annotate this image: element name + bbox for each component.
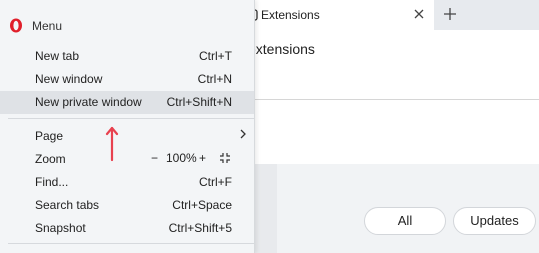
menu-item-label: Page bbox=[35, 129, 64, 143]
divider bbox=[255, 99, 539, 100]
menu-item-zoom: Zoom − 100% + bbox=[0, 148, 254, 171]
zoom-in-button[interactable]: + bbox=[199, 151, 209, 165]
menu-item-label: Find... bbox=[35, 175, 69, 189]
menu-item-new-private-window[interactable]: New private window Ctrl+Shift+N bbox=[0, 91, 254, 114]
menu-item-shortcut: Ctrl+Shift+N bbox=[166, 95, 232, 109]
menu-item-label: New private window bbox=[35, 95, 142, 109]
menu-item-shortcut: Ctrl+T bbox=[199, 49, 232, 63]
menu-item-find[interactable]: Find... Ctrl+F bbox=[0, 171, 254, 194]
tab-extensions[interactable]: Extensions bbox=[230, 0, 434, 30]
filter-all-button[interactable]: All bbox=[364, 207, 446, 235]
new-tab-button[interactable] bbox=[440, 3, 460, 25]
menu-item-page[interactable]: Page bbox=[0, 125, 254, 148]
opera-logo-icon bbox=[9, 18, 23, 33]
menu-item-search-tabs[interactable]: Search tabs Ctrl+Space bbox=[0, 194, 254, 217]
menu-item-new-window[interactable]: New window Ctrl+N bbox=[0, 68, 254, 91]
menu-item-shortcut: Ctrl+Shift+5 bbox=[168, 221, 232, 235]
main-menu: Menu New tab Ctrl+T New window Ctrl+N Ne… bbox=[0, 0, 255, 253]
menu-header[interactable]: Menu bbox=[0, 0, 255, 40]
menu-separator bbox=[8, 243, 254, 244]
menu-item-snapshot[interactable]: Snapshot Ctrl+Shift+5 bbox=[0, 217, 254, 240]
annotation-arrow-icon bbox=[104, 124, 120, 164]
menu-item-label: New window bbox=[35, 72, 103, 86]
filter-updates-button[interactable]: Updates bbox=[453, 207, 536, 235]
close-icon[interactable] bbox=[410, 5, 428, 23]
menu-item-shortcut: Ctrl+N bbox=[197, 72, 232, 86]
menu-item-shortcut: Ctrl+F bbox=[199, 175, 232, 189]
zoom-out-button[interactable]: − bbox=[151, 151, 161, 165]
side-panel bbox=[255, 164, 277, 253]
menu-item-label: Search tabs bbox=[35, 198, 100, 212]
tab-title: Extensions bbox=[261, 8, 320, 22]
menu-item-label: New tab bbox=[35, 49, 80, 63]
plus-icon bbox=[444, 8, 456, 20]
fullscreen-icon[interactable] bbox=[219, 152, 231, 164]
menu-title: Menu bbox=[32, 19, 63, 33]
page-heading: extensions bbox=[248, 41, 315, 57]
chevron-right-icon bbox=[239, 128, 247, 143]
menu-item-label: Zoom bbox=[35, 152, 66, 166]
zoom-level: 100% bbox=[166, 151, 197, 165]
menu-item-label: Snapshot bbox=[35, 221, 86, 235]
menu-separator bbox=[8, 118, 254, 119]
menu-item-shortcut: Ctrl+Space bbox=[172, 198, 232, 212]
menu-item-new-tab[interactable]: New tab Ctrl+T bbox=[0, 45, 254, 68]
